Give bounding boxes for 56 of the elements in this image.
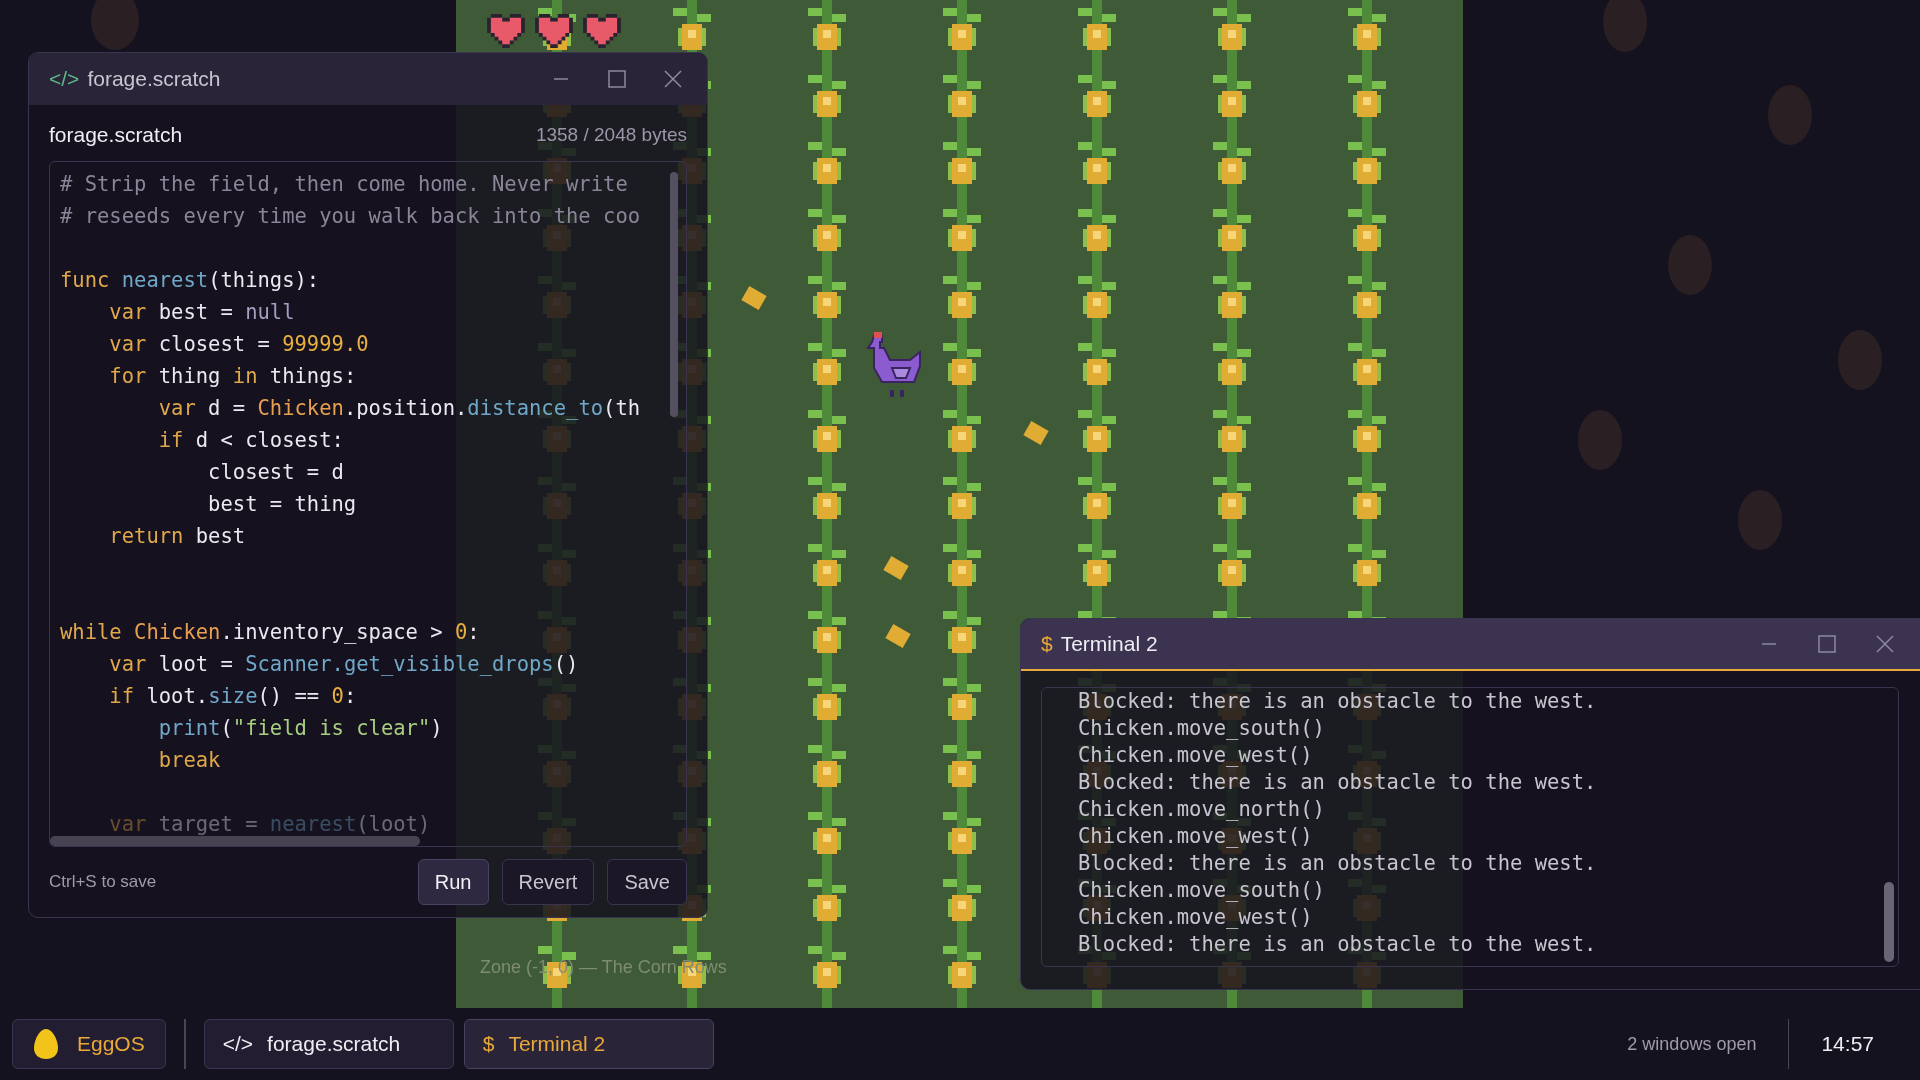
terminal-line: Blocked: there is an obstacle to the west.	[1078, 850, 1598, 877]
terminal-line: Chicken.move_south()	[1078, 715, 1326, 742]
code-line: if loot.size() == 0:	[108, 682, 358, 710]
window-count: 2 windows open	[1627, 1032, 1757, 1056]
code-line: print("field is clear")	[157, 714, 444, 742]
code-line: var target = nearest(loot)	[108, 810, 432, 838]
close-icon	[1876, 635, 1894, 653]
minimize-icon	[554, 78, 568, 80]
taskbar-item[interactable]: </> forage.scratch	[203, 1019, 454, 1069]
terminal-line: Blocked: there is an obstacle to the west.	[1078, 688, 1598, 715]
clock: 14:57	[1821, 1031, 1874, 1058]
maximize-icon	[1818, 635, 1836, 653]
egg-icon	[33, 1028, 59, 1060]
minimize-icon	[1762, 643, 1776, 645]
file-name: forage.scratch	[49, 122, 183, 148]
code-line: # Strip the field, then come home. Never write	[60, 170, 629, 198]
terminal-line: Chicken.move_west()	[1078, 823, 1314, 850]
scrollbar-thumb[interactable]	[1884, 882, 1894, 962]
action-button[interactable]: Run	[417, 858, 489, 905]
code-line: func nearest(things):	[60, 266, 321, 294]
heart-icon	[534, 14, 574, 48]
terminal-line: Chicken.move_west()	[1078, 904, 1314, 931]
code-line: break	[157, 746, 222, 774]
scrollbar-thumb[interactable]	[50, 835, 420, 846]
code-line: closest = d	[207, 458, 345, 486]
taskbar-item[interactable]: $ Terminal 2	[463, 1019, 714, 1069]
terminal-line: Chicken.move_south()	[1078, 877, 1326, 904]
terminal-line: Chicken.move_west()	[1078, 742, 1314, 769]
close-icon	[664, 70, 682, 88]
code-line: var closest = 99999.0	[108, 330, 370, 358]
code-line: for thing in things:	[108, 362, 358, 390]
save-hint: Ctrl+S to save	[49, 870, 158, 893]
heart-icon	[582, 14, 622, 48]
code-line: var best = null	[108, 298, 296, 326]
code-line: while Chicken.inventory_space > 0:	[60, 618, 481, 646]
terminal-icon: $	[1041, 628, 1053, 660]
terminal-line: Blocked: there is an obstacle to the west.	[1078, 931, 1598, 958]
window-title: Terminal 2	[1060, 631, 1159, 658]
code-line: # reseeds every time you walk back into the coo	[60, 202, 642, 230]
code-line: var d = Chicken.position.distance_to(th	[157, 394, 642, 422]
code-icon: </>	[49, 63, 80, 95]
code-line: if d < closest:	[157, 426, 345, 454]
file-size: 1358 / 2048 bytes	[535, 122, 687, 147]
scrollbar-thumb[interactable]	[670, 171, 678, 417]
heart-icon	[486, 14, 526, 48]
window-title: forage.scratch	[87, 66, 222, 93]
action-button[interactable]: Save	[607, 858, 687, 905]
terminal-line: Chicken.move_north()	[1078, 796, 1326, 823]
action-button[interactable]: Revert	[501, 858, 595, 905]
code-line: return best	[108, 522, 247, 550]
start-button[interactable]: EggOS	[12, 1019, 166, 1069]
terminal-line: Blocked: there is an obstacle to the west.	[1078, 769, 1598, 796]
code-line: best = thing	[207, 490, 358, 518]
maximize-icon	[608, 70, 626, 88]
code-editor[interactable]	[49, 160, 687, 847]
code-line: var loot = Scanner.get_visible_drops()	[108, 650, 580, 678]
